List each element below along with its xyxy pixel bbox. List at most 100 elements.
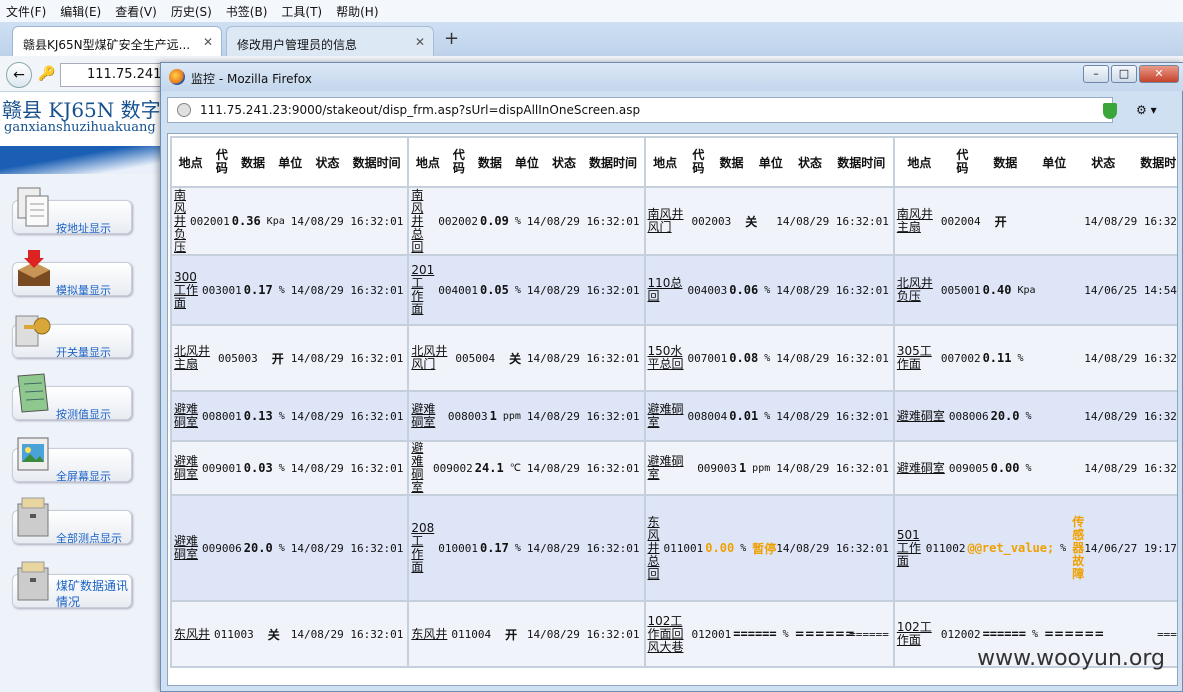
maximize-button[interactable]: □ bbox=[1111, 65, 1137, 83]
nav-label: 开关量显示 bbox=[56, 346, 111, 359]
new-tab-icon[interactable]: + bbox=[444, 28, 459, 49]
sensor-location-link[interactable]: 102工作面 bbox=[897, 621, 937, 647]
header-code: 代码 bbox=[956, 148, 969, 175]
sensor-location-link[interactable]: 避难硐室 bbox=[897, 409, 945, 423]
sensor-location-link[interactable]: 北风井风门 bbox=[411, 345, 451, 371]
sensor-location-link[interactable]: 避难硐室 bbox=[897, 461, 945, 475]
sensor-cell: 南风井主扇002004 开 14/08/29 16:32:01 bbox=[892, 186, 1177, 256]
sensor-cell: 南风井风门 002003 关 14/08/29 16:32:01 bbox=[643, 186, 895, 256]
shield-icon[interactable] bbox=[1103, 103, 1117, 119]
sensor-code: 002004 bbox=[940, 214, 981, 228]
sensor-code: 005004 bbox=[455, 351, 496, 365]
sensor-value: 1 bbox=[738, 461, 747, 475]
sensor-location-link[interactable]: 305工作面 bbox=[897, 345, 937, 371]
menu-history[interactable]: 历史(S) bbox=[171, 3, 212, 20]
sensor-location-link[interactable]: 避难硐室 bbox=[174, 535, 198, 561]
header-code: 代码 bbox=[452, 148, 465, 175]
sensor-cell-content: 208工作面 010001 0.17% 14/08/29 16:32:01 bbox=[411, 522, 641, 574]
sensor-code: 007001 bbox=[687, 351, 728, 365]
menu-view[interactable]: 查看(V) bbox=[115, 3, 157, 20]
sensor-location-link[interactable]: 北风井负压 bbox=[897, 277, 937, 303]
header-location: 地点 bbox=[178, 155, 203, 170]
extension-menu-icon[interactable]: ⚙ ▾ bbox=[1136, 103, 1157, 117]
nav-switch[interactable]: 开关量显示 bbox=[12, 310, 132, 360]
nav-by-address[interactable]: 按地址显示 bbox=[12, 186, 132, 236]
header-status: 状态 bbox=[551, 155, 576, 170]
nav-by-value[interactable]: 按测值显示 bbox=[12, 372, 132, 422]
sensor-time: 14/08/29 16:32:01 bbox=[526, 409, 640, 423]
header-data: 数据 bbox=[719, 155, 744, 170]
sensor-location-link[interactable]: 避难硐室 bbox=[648, 403, 684, 429]
minimize-button[interactable]: – bbox=[1083, 65, 1109, 83]
sensor-value: 0.17 bbox=[243, 283, 273, 297]
menu-tools[interactable]: 工具(T) bbox=[281, 3, 322, 20]
tab-edit-admin[interactable]: 修改用户管理员的信息 ✕ bbox=[226, 26, 434, 56]
sensor-time: 14/08/29 16:32:01 bbox=[526, 541, 640, 555]
sensor-location-link[interactable]: 东风井 bbox=[174, 627, 210, 641]
header-status: 状态 bbox=[315, 155, 340, 170]
nav-analog[interactable]: 模拟量显示 bbox=[12, 248, 132, 298]
sensor-cell: 避难硐室00800620.0% 14/08/29 16:32:01 bbox=[892, 390, 1177, 442]
sensor-location-link[interactable]: 避难硐室 bbox=[174, 455, 198, 481]
sensor-time: 14/08/29 16:32:01 bbox=[526, 351, 640, 365]
sensor-location-link[interactable]: 150水平总回 bbox=[648, 345, 684, 371]
sensor-location-link[interactable]: 避难硐室 bbox=[174, 403, 198, 429]
sensor-location-link[interactable]: 东风井总回 bbox=[648, 515, 660, 581]
sensor-cell-content: 东风井 011003 关 14/08/29 16:32:01 bbox=[174, 626, 405, 643]
close-tab-icon[interactable]: ✕ bbox=[415, 35, 425, 49]
menu-help[interactable]: 帮助(H) bbox=[336, 3, 378, 20]
sensor-location-link[interactable]: 避难硐室 bbox=[411, 403, 444, 429]
sensor-cell-content: 南风井负压 002001 0.36 Kpa 14/08/29 16:32:01 bbox=[174, 188, 405, 254]
sensor-time: 14/08/29 16:32:01 bbox=[1084, 461, 1177, 475]
sensor-location-link[interactable]: 102工作面回风大巷 bbox=[648, 614, 688, 654]
key-icon[interactable]: 🔑 bbox=[38, 66, 55, 82]
sensor-location-link[interactable]: 东风井 bbox=[411, 627, 447, 641]
sensor-time: 14/08/29 16:32:01 bbox=[776, 351, 889, 365]
sensor-location-link[interactable]: 南风井风门 bbox=[648, 208, 688, 234]
sensor-code: 005001 bbox=[940, 283, 981, 297]
sensor-cell: 110总回 004003 0.06% 14/08/29 16:32:01 bbox=[643, 254, 895, 326]
sensor-cell: 避难硐室 008003 1 ppm 14/08/29 16:32:01 bbox=[407, 390, 646, 442]
sensor-location-link[interactable]: 201工作面 bbox=[411, 264, 434, 316]
nav-all-points[interactable]: 全部测点显示 bbox=[12, 496, 132, 546]
sensor-time: 14/08/29 16:32:01 bbox=[526, 627, 640, 641]
sensor-location-link[interactable]: 北风井主扇 bbox=[174, 345, 214, 371]
sensor-unit: % bbox=[278, 542, 285, 554]
sensor-location-link[interactable]: 南风井总回 bbox=[411, 188, 434, 254]
sensor-unit: % bbox=[1025, 410, 1032, 422]
nav-fullscreen[interactable]: 全屏幕显示 bbox=[12, 434, 132, 484]
popup-url-field[interactable]: 111.75.241.23:9000/stakeout/disp_frm.asp… bbox=[167, 97, 1113, 123]
sensor-time: 14/08/29 16:32:01 bbox=[290, 351, 404, 365]
sensor-unit: Kpa bbox=[1017, 284, 1036, 296]
sensor-location-link[interactable]: 南风井负压 bbox=[174, 188, 186, 254]
sensor-location-link[interactable]: 300工作面 bbox=[174, 270, 198, 310]
tab-kj65n[interactable]: 赣县KJ65N型煤矿安全生产远... ✕ bbox=[12, 26, 222, 56]
nav-comm-status[interactable]: 煤矿数据通讯情况 bbox=[12, 560, 132, 620]
documents-icon bbox=[17, 187, 49, 227]
sensor-time: 14/08/29 16:32:01 bbox=[526, 214, 640, 228]
sensor-location-link[interactable]: 避难硐室 bbox=[411, 442, 429, 494]
close-tab-icon[interactable]: ✕ bbox=[203, 35, 213, 49]
sensor-code: 011003 bbox=[214, 627, 254, 641]
sensor-value: 0.09 bbox=[479, 214, 509, 228]
menu-bookmarks[interactable]: 书签(B) bbox=[226, 3, 268, 20]
header-status: 状态 bbox=[1091, 155, 1116, 170]
sensor-location-link[interactable]: 南风井主扇 bbox=[897, 208, 937, 234]
back-arrow-icon[interactable]: ← bbox=[6, 62, 32, 88]
sensor-cell-content: 避难硐室 009006 20.0% 14/08/29 16:32:01 bbox=[174, 535, 405, 561]
menu-edit[interactable]: 编辑(E) bbox=[60, 3, 101, 20]
sensor-time: 14/08/29 16:32:01 bbox=[776, 214, 889, 228]
sensor-location-link[interactable]: 208工作面 bbox=[411, 522, 434, 574]
sensor-unit: % bbox=[278, 462, 285, 474]
sensor-code: 008003 bbox=[447, 409, 488, 423]
menu-file[interactable]: 文件(F) bbox=[6, 3, 46, 20]
table-row: 避难硐室 008001 0.13% 14/08/29 16:32:01 避难硐室 0080… bbox=[169, 390, 1177, 442]
close-button[interactable]: ✕ bbox=[1139, 65, 1179, 83]
sensor-location-link[interactable]: 110总回 bbox=[648, 277, 684, 303]
sensor-location-link[interactable]: 避难硐室 bbox=[648, 455, 694, 481]
sensor-unit: % bbox=[1025, 462, 1032, 474]
tab-bar: 赣县KJ65N型煤矿安全生产远... ✕ 修改用户管理员的信息 ✕ + bbox=[0, 22, 1183, 56]
sensor-location-link[interactable]: 501工作面 bbox=[897, 528, 922, 568]
sensor-unit: % bbox=[514, 215, 521, 227]
header-code: 代码 bbox=[692, 148, 705, 175]
